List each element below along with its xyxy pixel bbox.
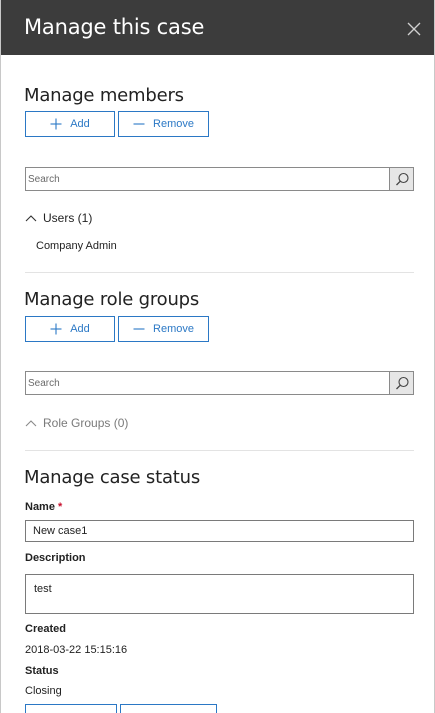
name-label: Name * bbox=[25, 501, 62, 513]
role-group-search bbox=[25, 371, 414, 395]
add-member-label: Add bbox=[70, 118, 90, 130]
status-label: Status bbox=[25, 665, 59, 677]
created-label: Created bbox=[25, 623, 66, 635]
required-marker: * bbox=[58, 501, 63, 513]
created-value: 2018-03-22 15:15:16 bbox=[25, 644, 128, 656]
status-value: Closing bbox=[25, 685, 62, 697]
remove-member-label: Remove bbox=[153, 118, 194, 130]
plus-icon bbox=[50, 118, 62, 130]
minus-icon bbox=[133, 328, 145, 330]
manage-role-groups-heading: Manage role groups bbox=[24, 289, 200, 310]
role-groups-toggle-label: Role Groups (0) bbox=[43, 416, 129, 430]
remove-role-group-button[interactable]: Remove bbox=[118, 316, 209, 342]
delete-case-button[interactable] bbox=[25, 704, 117, 713]
search-icon bbox=[396, 172, 409, 186]
minus-icon bbox=[133, 123, 145, 125]
case-name-field[interactable] bbox=[25, 520, 414, 542]
role-group-search-button[interactable] bbox=[390, 371, 414, 395]
member-search bbox=[25, 167, 414, 191]
divider bbox=[25, 272, 414, 273]
close-button[interactable] bbox=[405, 20, 423, 38]
member-search-input[interactable] bbox=[25, 167, 390, 191]
description-label: Description bbox=[25, 552, 86, 564]
manage-members-heading: Manage members bbox=[24, 85, 184, 106]
plus-icon bbox=[50, 323, 62, 335]
user-item: Company Admin bbox=[36, 240, 117, 252]
panel-title: Manage this case bbox=[24, 15, 205, 39]
divider bbox=[25, 450, 414, 451]
chevron-up-icon bbox=[25, 215, 37, 222]
remove-member-button[interactable]: Remove bbox=[118, 111, 209, 137]
users-toggle-label: Users (1) bbox=[43, 211, 93, 225]
panel-header: Manage this case bbox=[1, 0, 434, 55]
add-role-group-label: Add bbox=[70, 323, 90, 335]
case-action-button[interactable] bbox=[120, 704, 217, 713]
member-search-button[interactable] bbox=[390, 167, 414, 191]
role-group-search-input[interactable] bbox=[25, 371, 390, 395]
close-icon bbox=[407, 22, 421, 36]
add-role-group-button[interactable]: Add bbox=[25, 316, 115, 342]
remove-role-group-label: Remove bbox=[153, 323, 194, 335]
role-groups-toggle[interactable]: Role Groups (0) bbox=[25, 416, 128, 430]
name-label-text: Name bbox=[25, 501, 55, 513]
description-field[interactable]: test bbox=[25, 574, 414, 614]
search-icon bbox=[396, 376, 409, 390]
manage-case-panel: Manage this case Manage members Add Remo… bbox=[0, 0, 435, 713]
add-member-button[interactable]: Add bbox=[25, 111, 115, 137]
chevron-up-icon bbox=[25, 420, 37, 427]
manage-case-status-heading: Manage case status bbox=[24, 467, 201, 488]
users-toggle[interactable]: Users (1) bbox=[25, 211, 92, 225]
